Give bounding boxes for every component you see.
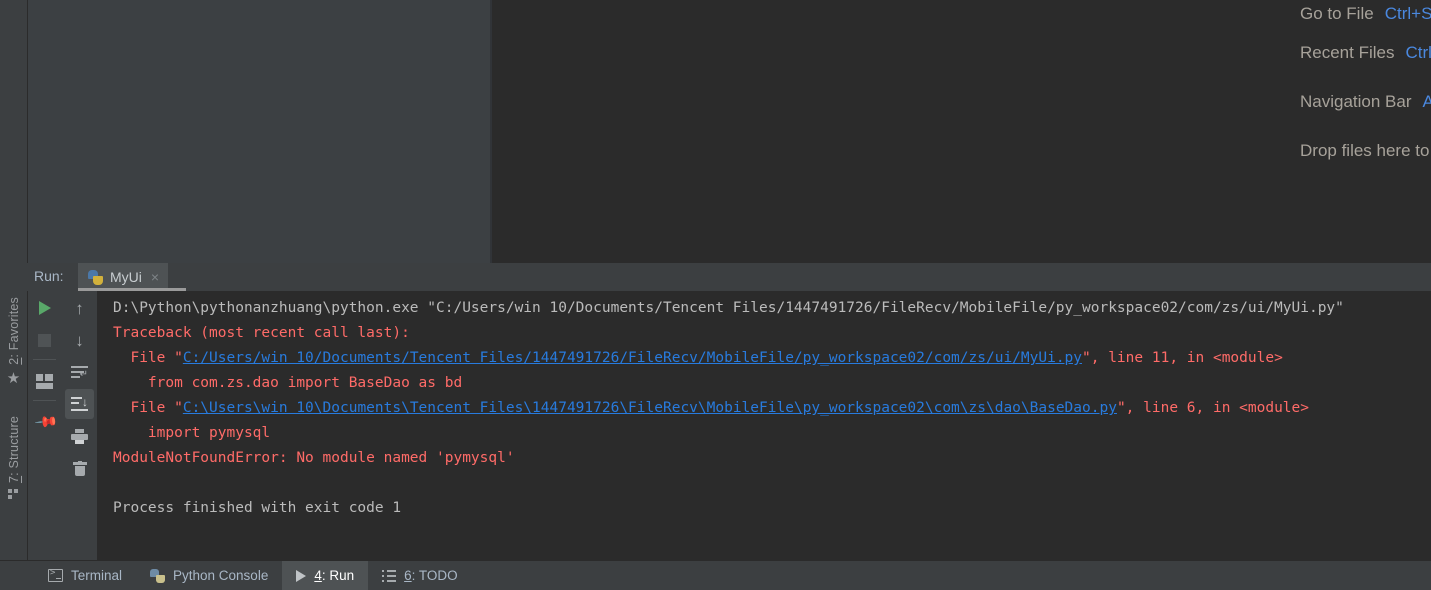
terminal-icon <box>48 568 63 582</box>
toolbar-separator <box>33 359 56 360</box>
placeholder-row-drop-files: Drop files here to open <box>1300 126 1431 175</box>
editor-area: Go to File Ctrl+Shift+N Recent Files Ctr… <box>0 0 1431 516</box>
console-text: File " <box>113 400 183 416</box>
star-icon: ★ <box>6 369 21 387</box>
console-file-link[interactable]: C:\Users\win 10\Documents\Tencent Files\… <box>183 400 1117 416</box>
tab-python-console[interactable]: Python Console <box>136 561 282 590</box>
clear-all-button[interactable] <box>65 453 94 483</box>
placeholder-label: Recent Files <box>1300 42 1395 62</box>
layout-icon <box>36 373 53 389</box>
editor-horizontal-scrollbar-track[interactable] <box>28 254 492 516</box>
arrow-down-icon: ↓ <box>75 330 84 350</box>
sidebar-item-label: 2: Favorites <box>6 297 21 365</box>
run-tab-label: MyUi <box>110 269 142 285</box>
tab-label: 6: TODO <box>404 568 458 583</box>
play-icon <box>38 301 51 315</box>
tab-todo[interactable]: 6: TODO <box>368 561 472 590</box>
mnemonic: 4 <box>314 568 322 583</box>
tool-window-tabs: Terminal Python Console 4: Run 6: TODO <box>34 561 472 590</box>
todo-list-icon <box>382 569 397 582</box>
editor-empty-pane-right[interactable]: Go to File Ctrl+Shift+N Recent Files Ctr… <box>492 0 1431 263</box>
placeholder-row-navigation-bar[interactable]: Navigation Bar Alt+Home <box>1300 77 1431 126</box>
run-tool-window: Run: MyUi × ★ 2: Favorites 7: Structure <box>0 263 1431 560</box>
run-window-label: Run: <box>34 268 64 284</box>
console-line: import pymysql <box>113 421 1431 446</box>
placeholder-shortcut: Alt+Home <box>1422 91 1431 111</box>
run-tool-window-header: Run: MyUi × <box>0 263 1431 291</box>
editor-empty-pane-left[interactable] <box>28 0 492 263</box>
mnemonic: 6 <box>404 568 412 583</box>
up-the-stack-button[interactable]: ↑ <box>65 293 94 323</box>
console-text: D:\Python\pythonanzhuang\python.exe "C:/… <box>113 300 1344 316</box>
placeholder-label: Navigation Bar <box>1300 91 1412 111</box>
left-tool-strip: ★ 2: Favorites 7: Structure <box>0 291 27 560</box>
console-text: Traceback (most recent call last): <box>113 325 410 341</box>
placeholder-label: Go to File <box>1300 4 1374 23</box>
pin-icon: 📌 <box>33 409 59 435</box>
placeholder-label: Drop files here to open <box>1300 140 1431 160</box>
status-bar: Terminal Python Console 4: Run 6: TODO <box>0 560 1431 590</box>
sidebar-item-favorites[interactable]: ★ 2: Favorites <box>0 297 27 386</box>
close-icon[interactable]: × <box>151 270 159 284</box>
run-triangle-icon <box>296 569 307 582</box>
console-output[interactable]: D:\Python\pythonanzhuang\python.exe "C:/… <box>98 291 1431 560</box>
down-the-stack-button[interactable]: ↓ <box>65 325 94 355</box>
soft-wrap-button[interactable]: ↵ <box>65 357 94 387</box>
tab-run[interactable]: 4: Run <box>282 561 369 590</box>
console-line: from com.zs.dao import BaseDao as bd <box>113 371 1431 396</box>
stop-button[interactable] <box>30 325 59 355</box>
python-icon <box>88 269 103 285</box>
printer-icon <box>71 428 88 444</box>
console-line: ModuleNotFoundError: No module named 'py… <box>113 446 1431 471</box>
arrow-up-icon: ↑ <box>75 298 84 318</box>
console-text: from com.zs.dao import BaseDao as bd <box>113 375 463 391</box>
layout-button[interactable] <box>30 366 59 396</box>
toolbar-separator <box>33 400 56 401</box>
console-text: import pymysql <box>113 425 271 441</box>
placeholder-row-go-to-file[interactable]: Go to File Ctrl+Shift+N <box>1300 0 1431 28</box>
run-toolbar-primary: 📌 <box>28 291 61 560</box>
mnemonic: 2 <box>6 357 21 365</box>
placeholder-shortcut: Ctrl+Shift+N <box>1384 4 1431 23</box>
console-line: File "C:/Users/win 10/Documents/Tencent … <box>113 346 1431 371</box>
left-tool-strip-top <box>0 0 27 263</box>
run-tab-myui[interactable]: MyUi × <box>78 263 169 291</box>
sidebar-item-label: 7: Structure <box>6 416 21 484</box>
stop-icon <box>38 333 51 347</box>
trash-icon <box>72 460 87 476</box>
console-line: Process finished with exit code 1 <box>113 496 1431 521</box>
tab-label: Terminal <box>71 568 123 583</box>
python-console-icon <box>150 568 166 583</box>
sidebar-item-structure[interactable]: 7: Structure <box>0 416 27 500</box>
placeholder-shortcut: Ctrl+E <box>1405 42 1431 62</box>
console-line: D:\Python\pythonanzhuang\python.exe "C:/… <box>113 296 1431 321</box>
placeholder-row-recent-files[interactable]: Recent Files Ctrl+E <box>1300 28 1431 77</box>
tab-label: 4: Run <box>314 568 355 583</box>
console-text: ", line 6, in <module> <box>1116 400 1309 416</box>
scroll-to-end-icon: ↓ <box>71 396 88 411</box>
run-toolbar-secondary: ↑ ↓ ↵ ↓ <box>63 291 96 560</box>
ide-window: Go to File Ctrl+Shift+N Recent Files Ctr… <box>0 0 1431 590</box>
print-button[interactable] <box>65 421 94 451</box>
mnemonic: 7 <box>6 475 21 484</box>
grid-icon <box>8 489 19 500</box>
pin-tab-button[interactable]: 📌 <box>30 407 59 437</box>
tab-label: Python Console <box>173 568 269 583</box>
console-text: ModuleNotFoundError: No module named 'py… <box>113 450 515 466</box>
soft-wrap-icon: ↵ <box>71 365 88 379</box>
console-text: Process finished with exit code 1 <box>113 500 402 516</box>
console-text: ", line 11, in <module> <box>1082 350 1283 366</box>
console-line: File "C:\Users\win 10\Documents\Tencent … <box>113 396 1431 421</box>
scroll-to-end-button[interactable]: ↓ <box>65 389 94 419</box>
console-text: File " <box>113 350 183 366</box>
tab-terminal[interactable]: Terminal <box>34 561 136 590</box>
rerun-button[interactable] <box>30 293 59 323</box>
editor-placeholder-hints: Go to File Ctrl+Shift+N Recent Files Ctr… <box>1300 0 1431 175</box>
console-line: Traceback (most recent call last): <box>113 321 1431 346</box>
console-file-link[interactable]: C:/Users/win 10/Documents/Tencent Files/… <box>183 350 1082 366</box>
